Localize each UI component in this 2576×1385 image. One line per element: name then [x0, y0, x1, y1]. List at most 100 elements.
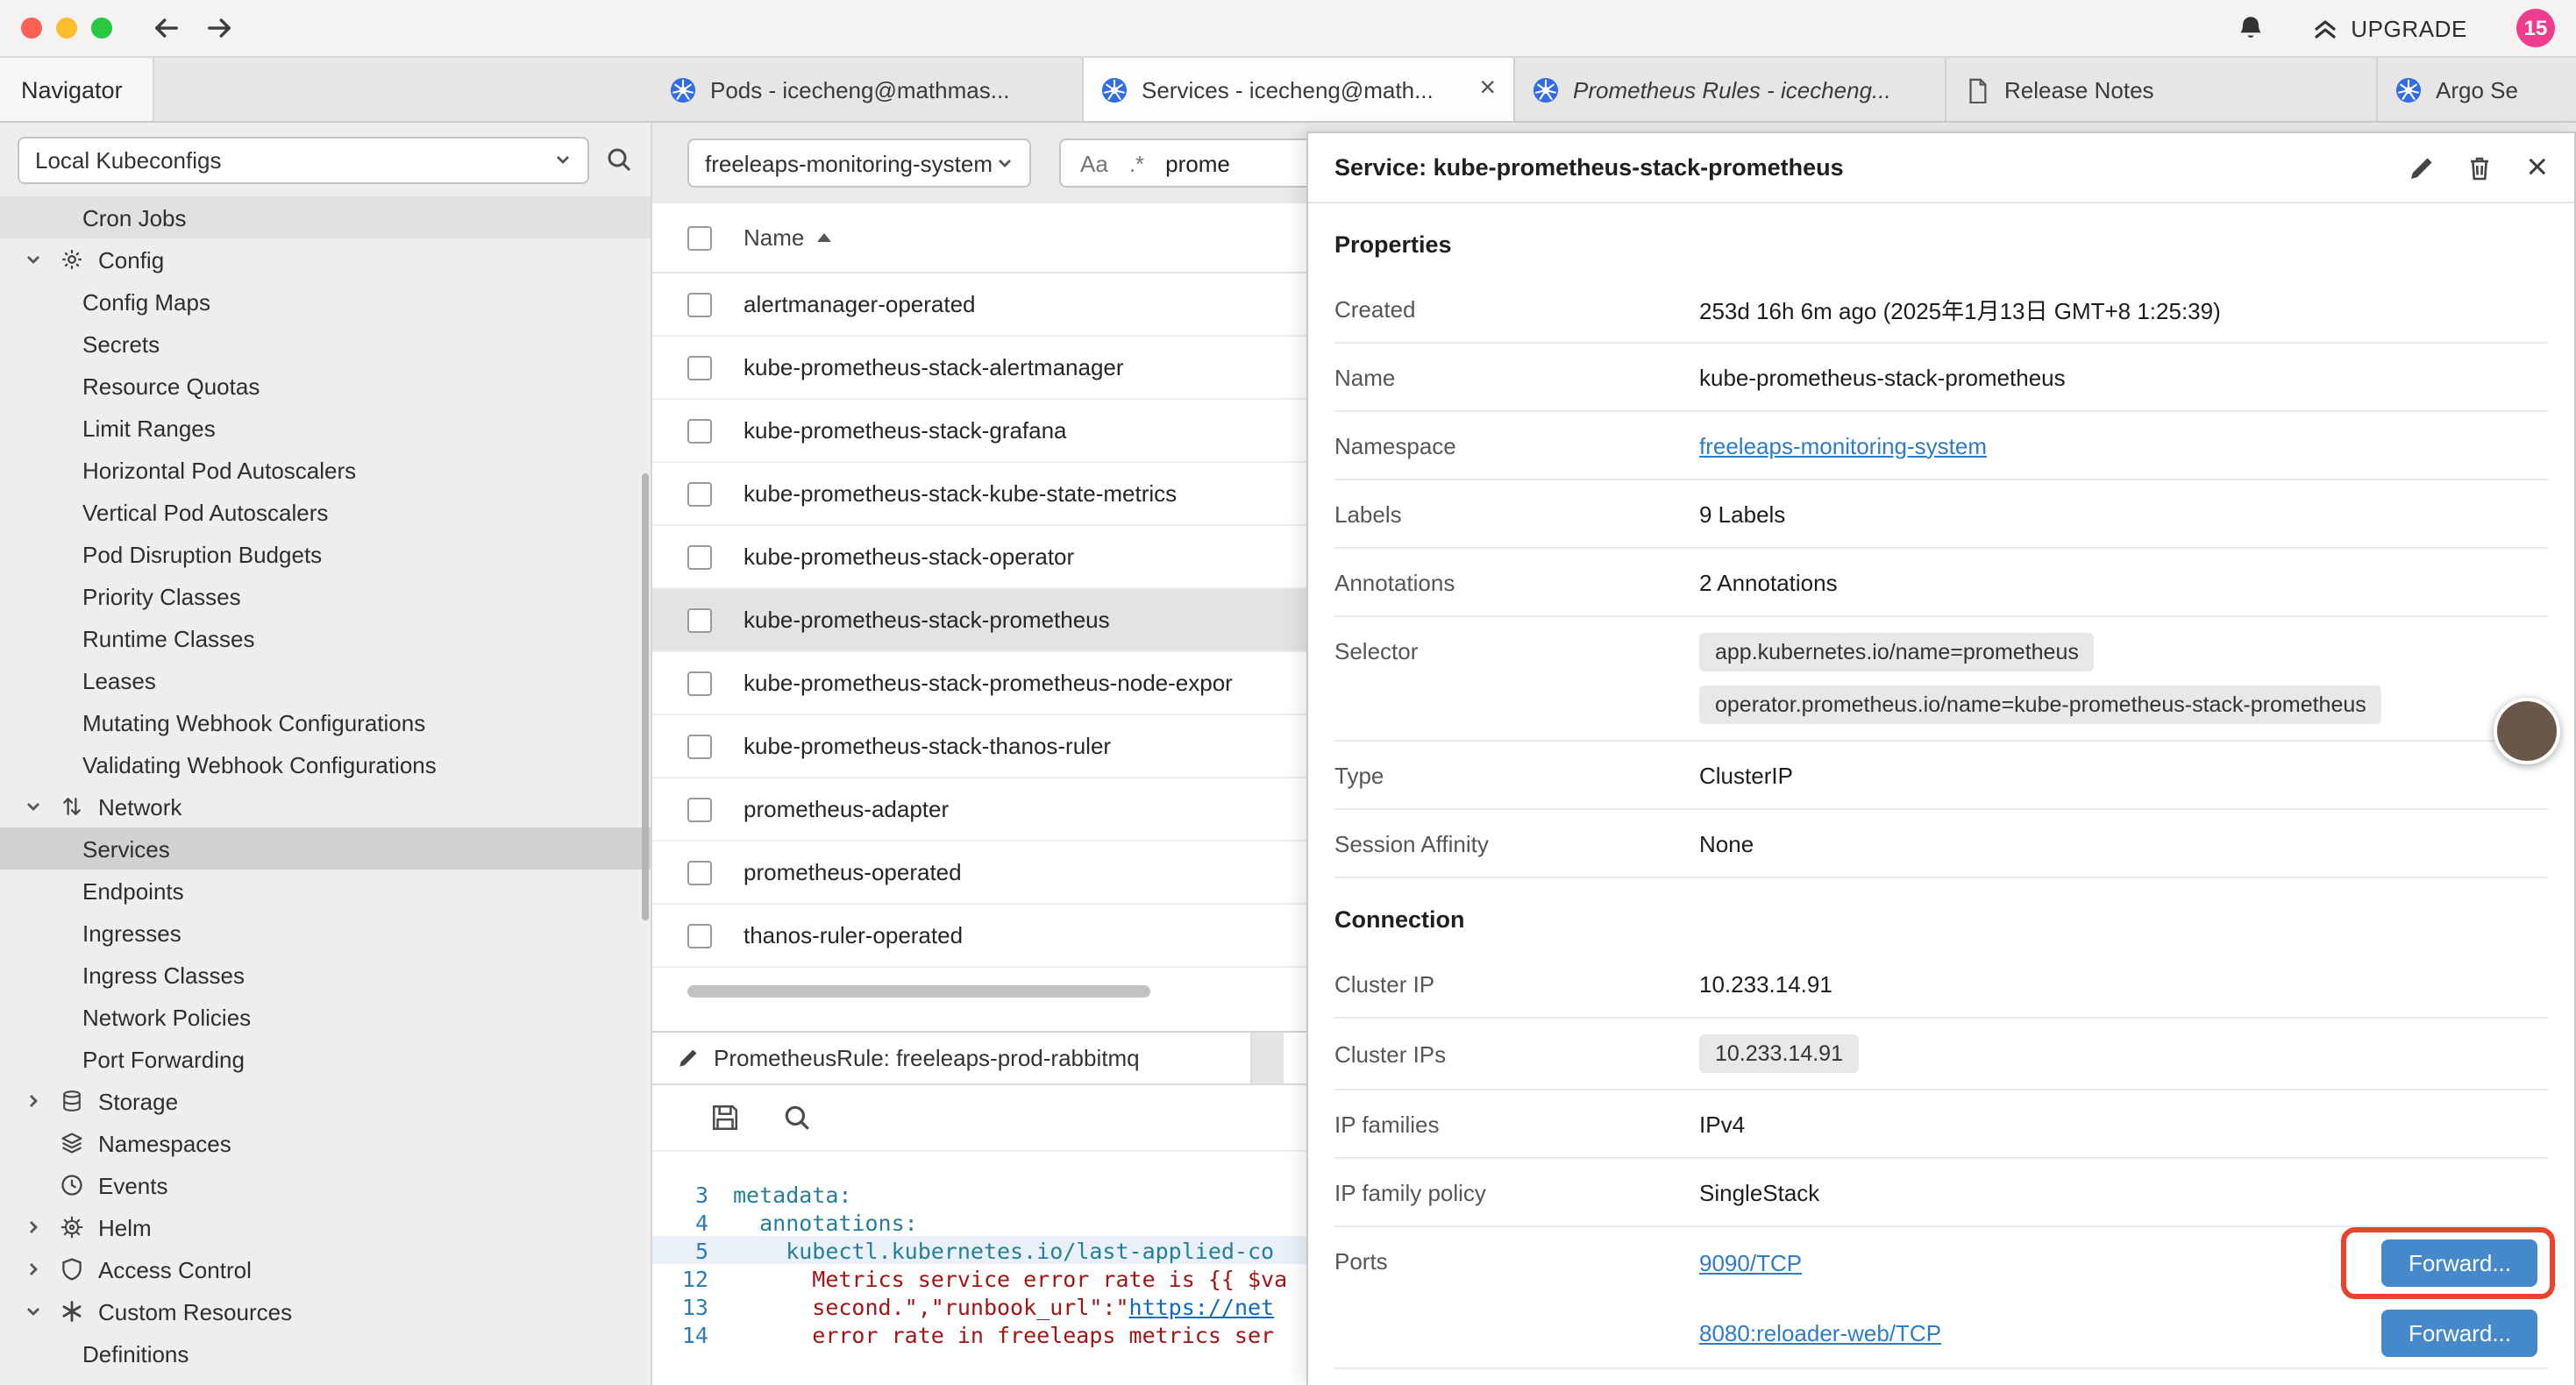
edit-resource-icon[interactable] [2407, 153, 2435, 181]
sidebar-item-network-policies[interactable]: Network Policies [0, 996, 651, 1038]
row-checkbox[interactable] [687, 355, 712, 380]
detail-label-text: Labels [1334, 501, 1402, 527]
close-details-icon[interactable]: × [2526, 149, 2548, 186]
detail-row-cluster-ip: Cluster IP10.233.14.91 [1334, 950, 2548, 1019]
sidebar-item-access-control[interactable]: Access Control [0, 1248, 651, 1290]
tab-release-notes[interactable]: Release Notes [1946, 58, 2378, 121]
sidebar-item-custom-resources[interactable]: Custom Resources [0, 1290, 651, 1332]
namespace-filter[interactable]: freeleaps-monitoring-system [687, 138, 1031, 188]
row-checkbox[interactable] [687, 607, 712, 632]
navigator-search-icon[interactable] [605, 146, 633, 174]
notifications-bell-icon[interactable] [2235, 13, 2265, 43]
sidebar-item-events[interactable]: Events [0, 1164, 651, 1206]
sidebar-item-label: Ingresses [82, 920, 181, 946]
horizontal-scrollbar[interactable] [687, 985, 1150, 998]
sidebar-item-vertical-pod-autoscalers[interactable]: Vertical Pod Autoscalers [0, 491, 651, 533]
editor-search-icon[interactable] [782, 1103, 812, 1133]
upgrade-label: UPGRADE [2351, 15, 2467, 41]
row-checkbox[interactable] [687, 671, 712, 695]
upgrade-button[interactable]: UPGRADE [2310, 14, 2467, 42]
minimize-window-button[interactable] [56, 18, 77, 39]
kubeconfig-selector[interactable]: Local Kubeconfigs [18, 136, 589, 183]
sidebar-item-horizontal-pod-autoscalers[interactable]: Horizontal Pod Autoscalers [0, 449, 651, 491]
detail-label-text: Name [1334, 364, 1395, 390]
sidebar-item-endpoints[interactable]: Endpoints [0, 870, 651, 912]
chevron-right-icon[interactable] [25, 1261, 60, 1278]
sidebar-item-ingress-classes[interactable]: Ingress Classes [0, 954, 651, 996]
chevron-down-icon[interactable] [25, 251, 60, 268]
sidebar-item-config-maps[interactable]: Config Maps [0, 281, 651, 323]
dock-tab-label: PrometheusRule: freeleaps-prod-rabbitmq [714, 1045, 1140, 1071]
detail-label: Session Affinity [1334, 830, 1699, 856]
sidebar-item-resource-quotas[interactable]: Resource Quotas [0, 365, 651, 407]
service-name: kube-prometheus-stack-prometheus-node-ex… [744, 670, 1233, 696]
port-link[interactable]: 9090/TCP [1699, 1249, 1802, 1275]
row-checkbox[interactable] [687, 418, 712, 443]
sidebar-item-ingresses[interactable]: Ingresses [0, 912, 651, 954]
sidebar-scrollbar[interactable] [642, 473, 649, 920]
match-case-toggle[interactable]: Aa [1080, 150, 1108, 176]
maximize-window-button[interactable] [91, 18, 112, 39]
sidebar-item-port-forwarding[interactable]: Port Forwarding [0, 1038, 651, 1080]
sidebar-item-helm[interactable]: Helm [0, 1206, 651, 1248]
save-icon[interactable] [710, 1103, 740, 1133]
sidebar-item-priority-classes[interactable]: Priority Classes [0, 575, 651, 617]
sidebar-item-config[interactable]: Config [0, 238, 651, 281]
updown-arrows-icon [60, 794, 98, 819]
forward-button[interactable] [203, 12, 235, 44]
delete-resource-icon[interactable] [2465, 153, 2493, 181]
row-checkbox[interactable] [687, 292, 712, 316]
row-checkbox[interactable] [687, 481, 712, 506]
name-column-header[interactable]: Name [744, 224, 830, 251]
sidebar-item-pod-disruption-budgets[interactable]: Pod Disruption Budgets [0, 533, 651, 575]
sidebar-item-storage[interactable]: Storage [0, 1080, 651, 1122]
port-link[interactable]: 8080:reloader-web/TCP [1699, 1319, 1941, 1346]
sidebar-item-definitions[interactable]: Definitions [0, 1332, 651, 1374]
close-window-button[interactable] [21, 18, 42, 39]
sidebar-item-leases[interactable]: Leases [0, 659, 651, 701]
row-checkbox[interactable] [687, 797, 712, 821]
row-checkbox[interactable] [687, 734, 712, 758]
sidebar-item-secrets[interactable]: Secrets [0, 323, 651, 365]
chevron-down-icon[interactable] [25, 798, 60, 815]
tab-label: Argo Se [2436, 76, 2518, 103]
sidebar-item-services[interactable]: Services [0, 827, 651, 870]
dock-tab-prometheusrule[interactable]: PrometheusRule: freeleaps-prod-rabbitmq [652, 1033, 1252, 1083]
sidebar-item-label: Mutating Webhook Configurations [82, 709, 425, 735]
sidebar-item-mutating-webhook-configurations[interactable]: Mutating Webhook Configurations [0, 701, 651, 743]
tab-services-icecheng-math[interactable]: Services - icecheng@math...× [1084, 58, 1515, 121]
row-checkbox[interactable] [687, 860, 712, 884]
tab-argo-se[interactable]: Argo Se [2378, 58, 2576, 121]
sidebar-item-cron-jobs[interactable]: Cron Jobs [0, 196, 651, 238]
row-checkbox[interactable] [687, 923, 712, 948]
notification-count-badge[interactable]: 15 [2516, 9, 2555, 47]
chevron-down-icon[interactable] [25, 1303, 60, 1320]
sidebar-item-validating-webhook-configurations[interactable]: Validating Webhook Configurations [0, 743, 651, 785]
sidebar-item-limit-ranges[interactable]: Limit Ranges [0, 407, 651, 449]
sidebar-item-namespaces[interactable]: Namespaces [0, 1122, 651, 1164]
sidebar-item-runtime-classes[interactable]: Runtime Classes [0, 617, 651, 659]
name-column-label: Name [744, 224, 804, 251]
close-tab-icon[interactable]: × [1479, 75, 1496, 103]
detail-label-text: Ports [1334, 1248, 1388, 1275]
forward-button[interactable]: Forward... [2382, 1239, 2537, 1286]
back-button[interactable] [151, 12, 182, 44]
tab-pods-icecheng-mathmas[interactable]: Pods - icecheng@mathmas... [652, 58, 1084, 121]
namespace-link[interactable]: freeleaps-monitoring-system [1699, 432, 1987, 458]
chevron-down-icon [554, 151, 572, 168]
row-checkbox[interactable] [687, 544, 712, 569]
line-number: 13 [652, 1293, 733, 1319]
chevron-right-icon[interactable] [25, 1092, 60, 1110]
detail-value: 253d 16h 6m ago (2025年1月13日 GMT+8 1:25:3… [1699, 292, 2548, 325]
regex-toggle[interactable]: .* [1129, 150, 1144, 176]
navigator-header[interactable]: Navigator [0, 58, 154, 121]
tab-prometheus-rules-icecheng[interactable]: Prometheus Rules - icecheng... [1515, 58, 1946, 121]
user-avatar[interactable] [2494, 698, 2560, 764]
chevron-right-icon[interactable] [25, 1218, 60, 1236]
sidebar-item-label: Pod Disruption Budgets [82, 541, 322, 567]
select-all-checkbox[interactable] [687, 225, 712, 250]
sidebar-item-network[interactable]: Network [0, 785, 651, 827]
detail-value: freeleaps-monitoring-system [1699, 432, 2548, 458]
forward-button[interactable]: Forward... [2382, 1309, 2537, 1356]
detail-row-ip-family-policy: IP family policySingleStack [1334, 1159, 2548, 1227]
